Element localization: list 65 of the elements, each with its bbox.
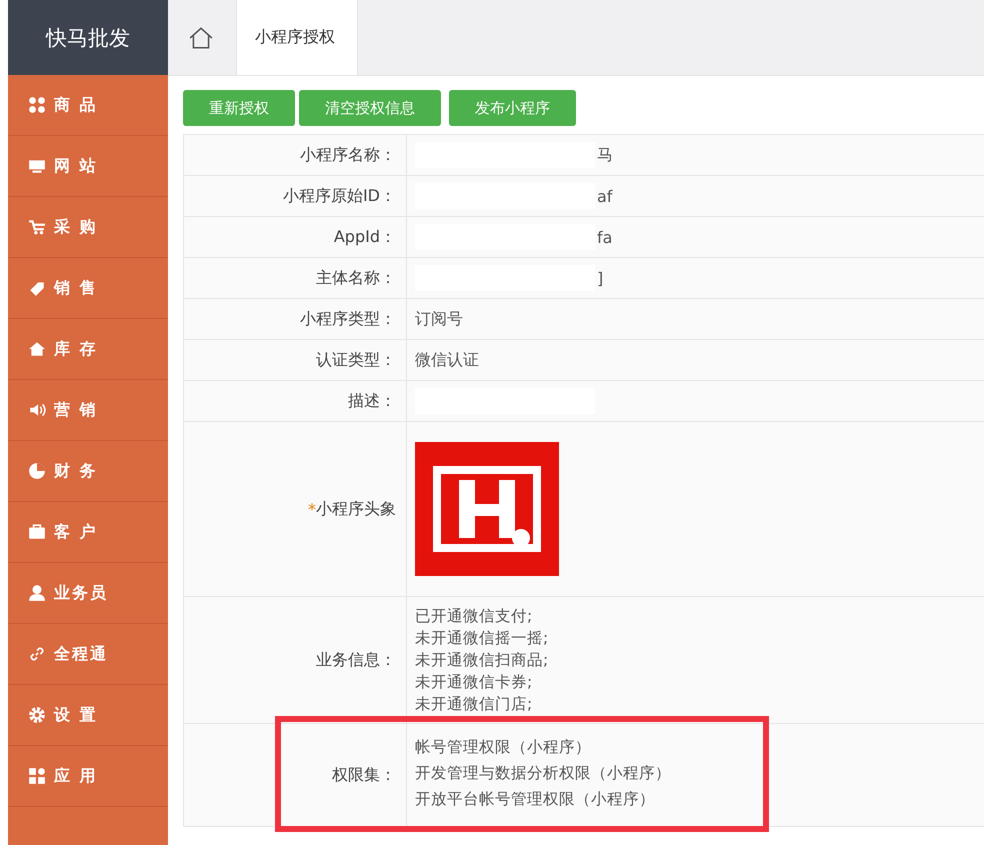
sidebar-item[interactable]: 业务员: [8, 563, 168, 624]
info-line: 帐号管理权限（小程序）: [415, 737, 592, 758]
field-label: 小程序类型：: [300, 308, 396, 330]
grid-icon: [28, 96, 46, 114]
info-line: 开发管理与数据分析权限（小程序）: [415, 763, 671, 784]
field-label: AppId：: [334, 226, 396, 248]
sidebar-item[interactable]: 库 存: [8, 319, 168, 380]
menu-label: 采 购: [54, 216, 98, 238]
field-label: 小程序名称：: [300, 144, 396, 166]
sidebar-item[interactable]: 商 品: [8, 75, 168, 136]
field-value: fa: [597, 228, 612, 246]
sidebar-item[interactable]: 设 置: [8, 685, 168, 746]
menu-label: 客 户: [54, 522, 98, 542]
field-label: 描述：: [348, 390, 396, 412]
sidebar-item[interactable]: 全程通: [8, 624, 168, 685]
field-value: ]: [597, 268, 604, 288]
required-mark: *: [308, 500, 316, 518]
info-line: 开放平台帐号管理权限（小程序）: [415, 789, 656, 810]
menu-label: 应 用: [54, 766, 98, 786]
menu-label: 销 售: [54, 278, 98, 298]
tab[interactable]: 小程序授权: [236, 0, 358, 75]
menu-label: 设 置: [54, 704, 98, 726]
field-value: 微信认证: [415, 350, 479, 370]
sidebar-item[interactable]: 财 务: [8, 441, 168, 502]
settings-icon: [28, 706, 46, 724]
info-line: 已开通微信支付;: [415, 606, 534, 627]
sidebar-item[interactable]: 客 户: [8, 502, 168, 563]
action-button[interactable]: 发布小程序: [449, 90, 576, 126]
briefcase-icon: [28, 523, 46, 541]
menu-label: 网 站: [54, 156, 98, 176]
field-label: 小程序原始ID：: [282, 186, 396, 206]
info-line: 未开通微信扫商品;: [415, 650, 548, 671]
pie-chart-icon: [28, 462, 46, 480]
action-button[interactable]: 清空授权信息: [299, 90, 441, 126]
info-line: 未开通微信卡券;: [415, 672, 534, 693]
field-value: af: [597, 186, 612, 206]
cart-icon: [28, 218, 46, 236]
menu-label: 库 存: [54, 338, 98, 360]
info-line: 未开通微信摇一摇;: [415, 628, 548, 649]
menu-label: 营 销: [54, 400, 98, 420]
menu-label: 商 品: [54, 94, 98, 116]
sidebar-item[interactable]: 营 销: [8, 380, 168, 441]
home-icon[interactable]: [188, 26, 214, 50]
field-label: 小程序头象: [316, 498, 396, 520]
house-icon: [28, 340, 46, 358]
field-label: 主体名称：: [316, 268, 396, 288]
field-label: 权限集：: [332, 764, 396, 786]
sidebar-item[interactable]: 采 购: [8, 197, 168, 258]
sidebar-item[interactable]: 应 用: [8, 746, 168, 807]
menu-label: 业务员: [54, 582, 108, 604]
menu-label: 全程通: [54, 644, 108, 664]
brand-title: 快马批发: [8, 0, 168, 75]
field-label: 认证类型：: [316, 350, 396, 370]
info-line: 未开通微信门店;: [415, 694, 534, 715]
field-value: 订阅号: [415, 308, 463, 330]
apps-icon: [28, 767, 46, 785]
menu-label: 财 务: [54, 460, 98, 482]
field-value: 马: [597, 144, 613, 166]
field-label: 业务信息：: [316, 650, 396, 670]
user-icon: [28, 584, 46, 602]
sidebar-item[interactable]: 网 站: [8, 136, 168, 197]
action-button[interactable]: 重新授权: [183, 90, 295, 126]
link-icon: [28, 645, 46, 663]
sidebar-item[interactable]: 销 售: [8, 258, 168, 319]
speaker-icon: [28, 401, 46, 419]
